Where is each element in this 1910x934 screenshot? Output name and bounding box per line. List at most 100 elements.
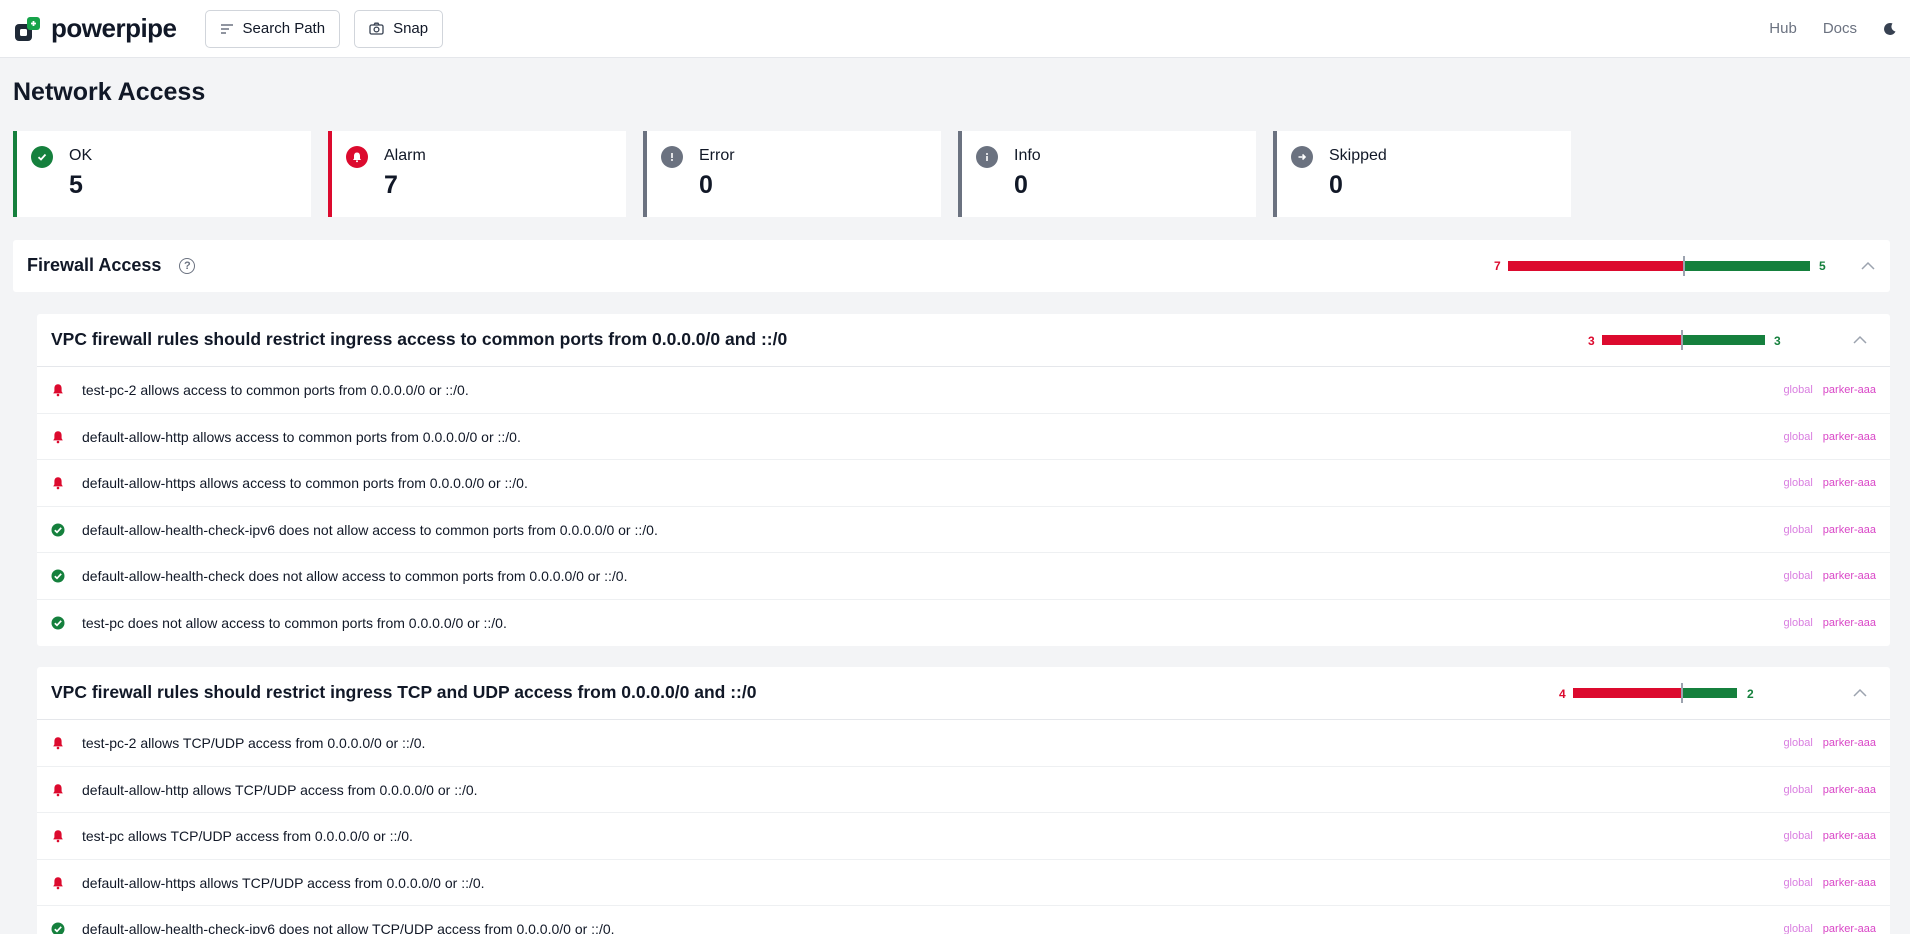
result-dimensions: global parker-aaa	[1783, 923, 1876, 934]
benchmark-alarm-count: 7	[1494, 259, 1501, 273]
result-row[interactable]: default-allow-health-check-ipv6 does not…	[37, 507, 1890, 553]
summary-value: 7	[384, 171, 398, 199]
result-reason: default-allow-health-check does not allo…	[82, 568, 628, 584]
control-results: test-pc-2 allows access to common ports …	[37, 367, 1890, 646]
control-alarm-bar	[1573, 688, 1681, 698]
search-path-label: Search Path	[242, 20, 326, 37]
bell-icon	[51, 783, 65, 797]
result-dimensions: global parker-aaa	[1783, 784, 1876, 796]
summary-card-ok: OK 5	[13, 131, 311, 217]
check-circle-icon	[51, 569, 65, 583]
benchmark-ok-count: 5	[1819, 259, 1826, 273]
chevron-up-icon[interactable]	[1853, 333, 1867, 347]
chevron-up-icon[interactable]	[1853, 686, 1867, 700]
result-row[interactable]: test-pc allows TCP/UDP access from 0.0.0…	[37, 813, 1890, 860]
control-ok-bar	[1683, 688, 1737, 698]
region-tag: global	[1783, 477, 1813, 489]
control-ok-count: 3	[1774, 334, 1781, 348]
region-tag: global	[1783, 384, 1813, 396]
benchmark-panel[interactable]: Firewall Access ? 7 5	[13, 240, 1890, 292]
search-path-button[interactable]: Search Path	[204, 9, 341, 48]
result-reason: default-allow-https allows access to com…	[82, 475, 528, 491]
result-reason: default-allow-health-check-ipv6 does not…	[82, 521, 658, 538]
result-row[interactable]: default-allow-health-check does not allo…	[37, 553, 1890, 600]
region-tag: global	[1783, 783, 1813, 796]
project-tag: parker-aaa	[1822, 523, 1876, 536]
snap-label: Snap	[393, 20, 429, 37]
control-title: VPC firewall rules should restrict ingre…	[51, 682, 757, 702]
result-row[interactable]: default-allow-https allows access to com…	[37, 460, 1890, 507]
check-circle-icon	[51, 523, 65, 537]
region-tag: global	[1783, 830, 1813, 842]
check-circle-icon	[31, 146, 53, 168]
bell-icon	[51, 383, 65, 397]
check-circle-icon	[51, 922, 65, 934]
result-row[interactable]: default-allow-https allows TCP/UDP acces…	[37, 860, 1890, 906]
result-dimensions: global parker-aaa	[1783, 477, 1876, 489]
result-row[interactable]: default-allow-http allows access to comm…	[37, 414, 1890, 460]
summary-label: Skipped	[1329, 147, 1387, 164]
result-dimensions: global parker-aaa	[1783, 431, 1876, 443]
region-tag: global	[1783, 876, 1813, 889]
result-row[interactable]: default-allow-health-check-ipv6 does not…	[37, 906, 1890, 934]
summary-card-skipped: Skipped 0	[1273, 131, 1571, 217]
result-reason: default-allow-health-check-ipv6 does not…	[82, 921, 615, 934]
help-icon[interactable]: ?	[179, 257, 196, 274]
summary-label: Alarm	[384, 147, 426, 164]
region-tag: global	[1783, 570, 1813, 582]
moon-icon[interactable]	[1883, 22, 1897, 36]
top-nav: Hub Docs	[1769, 20, 1897, 37]
project-tag: parker-aaa	[1822, 830, 1876, 842]
docs-link[interactable]: Docs	[1823, 20, 1857, 37]
top-bar: powerpipe Search Path Snap Hub Docs	[0, 0, 1910, 58]
filter-lines-icon	[220, 23, 233, 34]
page-title: Network Access	[13, 78, 206, 106]
result-reason: default-allow-http allows access to comm…	[82, 428, 521, 445]
snap-button[interactable]: Snap	[354, 9, 444, 48]
bell-icon	[51, 876, 65, 890]
info-icon	[976, 146, 998, 168]
control-alarm-bar	[1602, 335, 1681, 345]
benchmark-title: Firewall Access	[27, 255, 162, 275]
exclamation-icon	[661, 146, 683, 168]
control-header[interactable]: VPC firewall rules should restrict ingre…	[37, 314, 1890, 367]
project-tag: parker-aaa	[1822, 876, 1876, 889]
chevron-up-icon[interactable]	[1861, 259, 1875, 273]
region-tag: global	[1783, 430, 1813, 443]
summary-card-error: Error 0	[643, 131, 941, 217]
project-tag: parker-aaa	[1822, 737, 1876, 749]
summary-value: 0	[699, 171, 713, 199]
summary-card-info: Info 0	[958, 131, 1256, 217]
control-title: VPC firewall rules should restrict ingre…	[51, 329, 788, 349]
project-tag: parker-aaa	[1822, 570, 1876, 582]
region-tag: global	[1783, 523, 1813, 536]
bell-icon	[51, 736, 65, 750]
control-alarm-count: 4	[1559, 687, 1566, 701]
summary-cards: OK 5 Alarm 7 Error 0 Info 0 Skipped 0	[13, 131, 1571, 217]
summary-label: OK	[69, 147, 93, 164]
hub-link[interactable]: Hub	[1769, 20, 1797, 37]
result-row[interactable]: test-pc does not allow access to common …	[37, 600, 1890, 647]
result-reason: test-pc allows TCP/UDP access from 0.0.0…	[82, 828, 413, 844]
control-header[interactable]: VPC firewall rules should restrict ingre…	[37, 667, 1890, 720]
logo[interactable]: powerpipe	[13, 13, 177, 44]
region-tag: global	[1783, 737, 1813, 749]
result-dimensions: global parker-aaa	[1783, 877, 1876, 889]
project-tag: parker-aaa	[1822, 616, 1876, 629]
result-reason: default-allow-http allows TCP/UDP access…	[82, 781, 478, 798]
result-row[interactable]: test-pc-2 allows access to common ports …	[37, 367, 1890, 414]
result-row[interactable]: default-allow-http allows TCP/UDP access…	[37, 767, 1890, 813]
region-tag: global	[1783, 923, 1813, 934]
control-panel-common-ports: VPC firewall rules should restrict ingre…	[37, 314, 1890, 646]
control-results: test-pc-2 allows TCP/UDP access from 0.0…	[37, 720, 1890, 934]
control-alarm-count: 3	[1588, 334, 1595, 348]
check-circle-icon	[51, 616, 65, 630]
bell-icon	[51, 829, 65, 843]
control-panel-tcp-udp: VPC firewall rules should restrict ingre…	[37, 667, 1890, 934]
project-tag: parker-aaa	[1822, 430, 1876, 443]
project-tag: parker-aaa	[1822, 783, 1876, 796]
result-row[interactable]: test-pc-2 allows TCP/UDP access from 0.0…	[37, 720, 1890, 767]
region-tag: global	[1783, 616, 1813, 629]
result-reason: test-pc-2 allows access to common ports …	[82, 382, 469, 398]
project-tag: parker-aaa	[1822, 477, 1876, 489]
